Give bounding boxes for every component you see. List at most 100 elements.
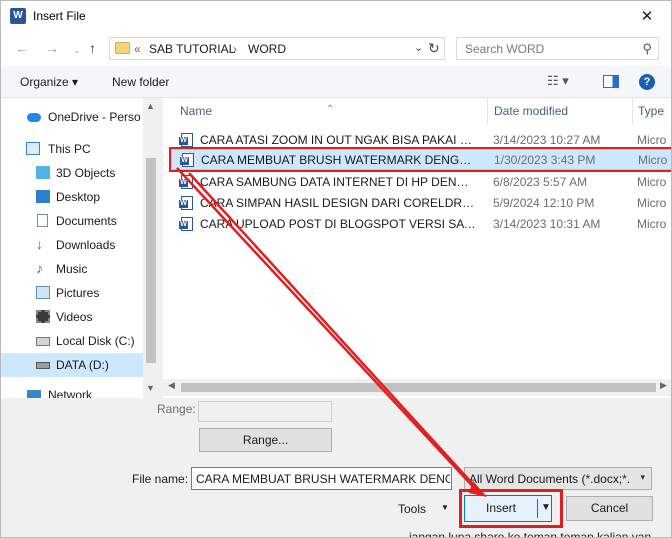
column-header-type[interactable]: Type (638, 104, 664, 118)
file-name-label: File name: (132, 472, 189, 486)
file-name: CARA ATASI ZOOM IN OUT NGAK BISA PAKAI S… (200, 133, 477, 147)
nav-item-videos[interactable]: Videos (1, 305, 143, 329)
file-name: CARA SAMBUNG DATA INTERNET DI HP DENGAN … (200, 175, 477, 189)
up-button[interactable]: ↑ (89, 40, 96, 56)
file-date: 3/14/2023 10:27 AM (493, 133, 601, 147)
nav-item-label: DATA (D:) (56, 358, 109, 372)
range-button[interactable]: Range... (199, 428, 332, 452)
word-icon: W (10, 8, 26, 24)
nav-item-label: Local Disk (C:) (56, 334, 135, 348)
nav-item-documents[interactable]: Documents (1, 209, 143, 233)
nav-scrollbar[interactable]: ▲ ▼ (143, 98, 159, 398)
file-row[interactable]: CARA SIMPAN HASIL DESIGN DARI CORELDRAW … (171, 192, 671, 213)
music-icon: ♪ (36, 260, 43, 276)
file-list: Name ⌃ Date modified Type CARA ATASI ZOO… (163, 98, 671, 398)
cancel-button[interactable]: Cancel (566, 496, 653, 521)
file-type-filter-value: All Word Documents (*.docx;*.d (469, 472, 629, 486)
breadcrumb-word[interactable]: WORD (248, 42, 286, 56)
video-icon (36, 310, 50, 323)
nav-item-this-pc[interactable]: This PC (1, 137, 143, 161)
range-input (198, 401, 332, 422)
back-button[interactable]: ← (15, 40, 29, 56)
search-placeholder: Search WORD (465, 42, 545, 56)
nav-item-label: Pictures (56, 286, 100, 300)
forward-button[interactable]: → (45, 40, 59, 56)
drive-icon (36, 362, 50, 369)
desktop-icon (36, 190, 50, 203)
file-date: 5/9/2024 12:10 PM (493, 196, 595, 210)
organize-button[interactable]: Organize ▾ (20, 75, 78, 89)
file-name: CARA SIMPAN HASIL DESIGN DARI CORELDRAW … (200, 196, 477, 210)
computer-icon (26, 142, 40, 155)
preview-pane-icon[interactable] (603, 75, 619, 88)
scroll-left-icon[interactable]: ◀ (168, 380, 175, 391)
insert-file-dialog: W Insert File ✕ ← → ⌄ ↑ « SAB TUTORIAL ›… (0, 0, 672, 538)
search-input[interactable]: Search WORD ⚲ (456, 37, 659, 60)
scroll-down-icon[interactable]: ▼ (146, 383, 155, 393)
column-header-date[interactable]: Date modified (494, 104, 568, 118)
breadcrumb-overflow[interactable]: « (134, 42, 141, 56)
nav-scroll-thumb[interactable] (146, 158, 156, 363)
search-icon: ⚲ (642, 41, 652, 56)
nav-item-desktop[interactable]: Desktop (1, 185, 143, 209)
address-dropdown-chevron-icon[interactable]: ⌄ (414, 41, 423, 54)
download-icon: ↓ (36, 236, 43, 252)
highlight-box-selected-file (169, 147, 671, 172)
nav-item-network[interactable]: Network (1, 385, 143, 398)
nav-item-label: Music (56, 262, 88, 276)
nav-item-label: Downloads (56, 238, 116, 252)
column-divider[interactable] (487, 98, 488, 124)
window-title: Insert File (33, 9, 86, 23)
file-name: CARA UPLOAD POST DI BLOGSPOT VERSI SA BE… (200, 217, 477, 231)
nav-item-label: Network (48, 388, 93, 398)
nav-item-label: OneDrive - Perso (48, 110, 141, 124)
background-document-text: jangan lupa share ke teman teman kalian … (409, 530, 652, 538)
breadcrumb-sab-tutorial[interactable]: SAB TUTORIAL (149, 42, 235, 56)
nav-item-local-disk-c[interactable]: Local Disk (C:) (1, 329, 143, 353)
sort-ascending-icon: ⌃ (326, 104, 335, 115)
file-date: 6/8/2023 5:57 AM (493, 175, 588, 189)
nav-item-music[interactable]: ♪ Music (1, 257, 143, 281)
file-name-value: CARA MEMBUAT BRUSH WATERMARK DENG (196, 472, 450, 486)
address-bar[interactable]: « SAB TUTORIAL › WORD ⌄ ↻ (109, 37, 445, 60)
address-row: ← → ⌄ ↑ « SAB TUTORIAL › WORD ⌄ ↻ Search… (1, 32, 671, 66)
scroll-right-icon[interactable]: ▶ (660, 380, 667, 391)
nav-item-label: 3D Objects (56, 166, 116, 180)
refresh-icon[interactable]: ↻ (428, 40, 440, 57)
file-type: Micro (637, 175, 667, 189)
word-document-icon (179, 196, 193, 210)
column-divider[interactable] (632, 98, 633, 124)
nav-item-onedrive[interactable]: OneDrive - Perso (1, 105, 143, 129)
command-toolbar: Organize ▾ New folder ☷ ▾ ? (1, 66, 671, 98)
nav-item-label: This PC (48, 142, 91, 156)
folder-icon (115, 42, 130, 54)
recent-locations-chevron-icon[interactable]: ⌄ (73, 45, 81, 56)
file-row[interactable]: CARA SAMBUNG DATA INTERNET DI HP DENGAN … (171, 171, 671, 192)
word-document-icon (179, 175, 193, 189)
file-type: Micro (637, 217, 667, 231)
nav-item-pictures[interactable]: Pictures (1, 281, 143, 305)
tools-dropdown-icon[interactable]: ▼ (441, 503, 449, 512)
scroll-up-icon[interactable]: ▲ (146, 101, 155, 111)
cube-icon (36, 166, 50, 179)
view-options-icon[interactable]: ☷ ▾ (547, 73, 569, 89)
nav-item-3d-objects[interactable]: 3D Objects (1, 161, 143, 185)
picture-icon (36, 286, 50, 299)
new-folder-button[interactable]: New folder (112, 75, 169, 89)
file-row[interactable]: CARA UPLOAD POST DI BLOGSPOT VERSI SA BE… (171, 213, 671, 234)
close-button[interactable]: ✕ (621, 1, 671, 32)
help-icon[interactable]: ? (639, 74, 655, 90)
word-document-icon (179, 133, 193, 147)
nav-item-downloads[interactable]: ↓ Downloads (1, 233, 143, 257)
column-header-name[interactable]: Name (180, 104, 212, 118)
network-icon (27, 390, 41, 398)
nav-item-label: Documents (56, 214, 117, 228)
file-name-input[interactable]: CARA MEMBUAT BRUSH WATERMARK DENG (191, 467, 452, 490)
chevron-down-icon: ▾ (640, 472, 645, 482)
file-list-horizontal-scrollbar[interactable]: ◀ ▶ (163, 379, 671, 396)
file-date: 3/14/2023 10:31 AM (493, 217, 601, 231)
tools-button[interactable]: Tools (398, 502, 426, 516)
file-type-filter-select[interactable]: All Word Documents (*.docx;*.d ▾ (464, 467, 652, 490)
horizontal-scroll-thumb[interactable] (181, 383, 656, 392)
nav-item-data-d[interactable]: DATA (D:) (1, 353, 143, 377)
